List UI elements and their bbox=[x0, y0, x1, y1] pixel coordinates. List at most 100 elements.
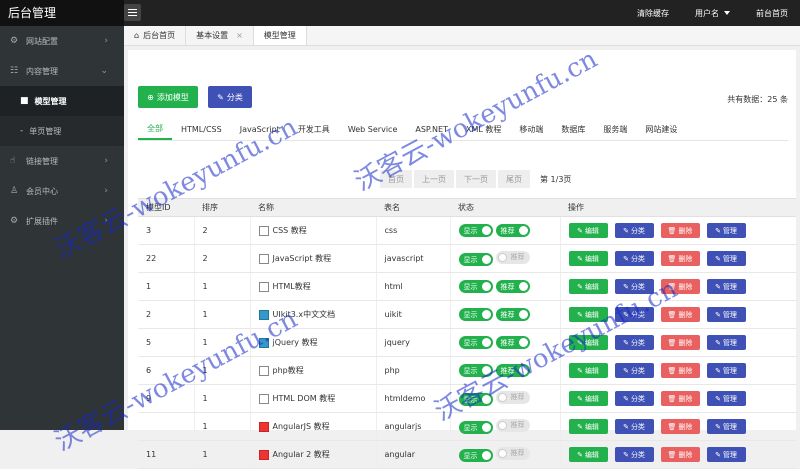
recommend-toggle[interactable]: 推荐 bbox=[495, 336, 530, 349]
show-toggle[interactable]: 显示 bbox=[458, 253, 493, 267]
pager-last[interactable]: 尾页 bbox=[498, 170, 530, 188]
show-toggle[interactable]: 显示 bbox=[458, 393, 493, 407]
manage-button[interactable]: ✎ 管理 bbox=[706, 363, 746, 378]
show-toggle[interactable]: 显示 bbox=[458, 336, 493, 349]
edit-button[interactable]: ✎ 编辑 bbox=[568, 251, 608, 266]
category-button[interactable]: ✎ 分类 bbox=[614, 363, 654, 378]
filter-item[interactable]: 数据库 bbox=[552, 118, 594, 140]
file-icon bbox=[258, 253, 269, 264]
sidebar-item-site-config[interactable]: ⚙ 网站配置 › bbox=[0, 26, 124, 56]
delete-button[interactable]: 🗑 删除 bbox=[660, 335, 700, 350]
pager-next[interactable]: 下一页 bbox=[456, 170, 496, 188]
manage-button[interactable]: ✎ 管理 bbox=[706, 447, 746, 462]
recommend-toggle[interactable]: 推荐 bbox=[495, 308, 530, 321]
chevron-right-icon: › bbox=[104, 216, 108, 226]
filter-item[interactable]: 开发工具 bbox=[289, 118, 339, 140]
category-button[interactable]: ✎ 分类 bbox=[614, 251, 654, 266]
category-button[interactable]: ✎ 分类 bbox=[614, 419, 654, 434]
sidebar-item-links[interactable]: ☝ 链接管理 › bbox=[0, 146, 124, 176]
show-toggle[interactable]: 显示 bbox=[458, 280, 493, 293]
filter-item[interactable]: HTML/CSS bbox=[172, 118, 231, 140]
gear-icon: ⚙ bbox=[10, 36, 19, 46]
manage-button[interactable]: ✎ 管理 bbox=[706, 335, 746, 350]
edit-button[interactable]: ✎ 编辑 bbox=[568, 335, 608, 350]
delete-button[interactable]: 🗑 删除 bbox=[660, 279, 700, 294]
edit-button[interactable]: ✎ 编辑 bbox=[568, 447, 608, 462]
pencil-icon: ✎ bbox=[623, 366, 629, 375]
manage-button[interactable]: ✎ 管理 bbox=[706, 223, 746, 238]
delete-button[interactable]: 🗑 删除 bbox=[660, 419, 700, 434]
add-model-button[interactable]: ⊕ 添加模型 bbox=[138, 86, 198, 108]
filter-item[interactable]: ASP.NET bbox=[406, 118, 457, 140]
clear-cache-link[interactable]: 清除缓存 bbox=[637, 8, 669, 19]
filter-item[interactable]: Web Service bbox=[339, 118, 407, 140]
recommend-toggle[interactable]: 推荐 bbox=[495, 224, 530, 237]
manage-button[interactable]: ✎ 管理 bbox=[706, 419, 746, 434]
show-toggle[interactable]: 显示 bbox=[458, 421, 493, 435]
edit-button[interactable]: ✎ 编辑 bbox=[568, 279, 608, 294]
cell-table: javascript bbox=[375, 244, 450, 273]
cell-ops: ✎ 编辑 ✎ 分类 🗑 删除 ✎ 管理 bbox=[559, 300, 796, 329]
sidebar-sub-model[interactable]: ■ 模型管理 bbox=[0, 86, 124, 116]
sidebar-item-plugins[interactable]: ⚙ 扩展插件 › bbox=[0, 206, 124, 236]
tab-bar: ⌂ 后台首页 基本设置 × 模型管理 bbox=[124, 26, 800, 46]
recommend-toggle[interactable]: 推荐 bbox=[495, 446, 530, 460]
toggle-knob bbox=[518, 338, 528, 347]
filter-item[interactable]: JavaScript bbox=[231, 118, 289, 140]
delete-button[interactable]: 🗑 删除 bbox=[660, 447, 700, 462]
tab-model-manage[interactable]: 模型管理 bbox=[253, 26, 307, 45]
delete-button[interactable]: 🗑 删除 bbox=[660, 223, 700, 238]
filter-item[interactable]: XML 教程 bbox=[457, 118, 510, 140]
manage-button[interactable]: ✎ 管理 bbox=[706, 251, 746, 266]
file-icon bbox=[258, 309, 269, 320]
table-row: 22 2 JavaScript 教程 javascript 显示 推荐 ✎ 编辑 ✎ 分类 🗑 删除 ✎… bbox=[138, 244, 796, 273]
pencil-icon: ✎ bbox=[715, 226, 721, 235]
user-menu[interactable]: 用户名 bbox=[695, 8, 730, 19]
filter-item[interactable]: 网站建设 bbox=[636, 118, 686, 140]
recommend-toggle[interactable]: 推荐 bbox=[495, 280, 530, 293]
category-button[interactable]: ✎ 分类 bbox=[614, 391, 654, 406]
cell-status: 显示 推荐 bbox=[449, 244, 560, 273]
edit-button[interactable]: ✎ 编辑 bbox=[568, 391, 608, 406]
edit-button[interactable]: ✎ 编辑 bbox=[568, 223, 608, 238]
filter-item[interactable]: 服务端 bbox=[594, 118, 636, 140]
delete-button[interactable]: 🗑 删除 bbox=[660, 363, 700, 378]
recommend-toggle[interactable]: 推荐 bbox=[495, 390, 530, 404]
manage-button[interactable]: ✎ 管理 bbox=[706, 391, 746, 406]
frontend-home-link[interactable]: 前台首页 bbox=[756, 8, 788, 19]
edit-button[interactable]: ✎ 编辑 bbox=[568, 363, 608, 378]
show-toggle[interactable]: 显示 bbox=[458, 364, 493, 377]
show-toggle[interactable]: 显示 bbox=[458, 449, 493, 463]
menu-toggle-button[interactable] bbox=[124, 4, 141, 21]
manage-button[interactable]: ✎ 管理 bbox=[706, 307, 746, 322]
category-button[interactable]: ✎ 分类 bbox=[614, 335, 654, 350]
recommend-toggle[interactable]: 推荐 bbox=[495, 364, 530, 377]
tab-home[interactable]: ⌂ 后台首页 bbox=[124, 26, 187, 45]
sidebar-item-members[interactable]: ♙ 会员中心 › bbox=[0, 176, 124, 206]
edit-button[interactable]: ✎ 编辑 bbox=[568, 307, 608, 322]
manage-button[interactable]: ✎ 管理 bbox=[706, 279, 746, 294]
category-button[interactable]: ✎ 分类 bbox=[614, 279, 654, 294]
category-button[interactable]: ✎ 分类 bbox=[614, 223, 654, 238]
delete-button[interactable]: 🗑 删除 bbox=[660, 307, 700, 322]
category-button[interactable]: ✎ 分类 bbox=[614, 307, 654, 322]
show-toggle[interactable]: 显示 bbox=[458, 308, 493, 321]
filter-all[interactable]: 全部 bbox=[138, 118, 172, 140]
cell-id bbox=[138, 412, 194, 441]
recommend-toggle[interactable]: 推荐 bbox=[495, 250, 530, 264]
show-toggle[interactable]: 显示 bbox=[458, 224, 493, 237]
close-icon[interactable]: × bbox=[236, 31, 243, 40]
pager-first[interactable]: 首页 bbox=[380, 170, 412, 188]
edit-button[interactable]: ✎ 编辑 bbox=[568, 419, 608, 434]
cell-name: AngularJS 教程 bbox=[249, 412, 376, 441]
category-button[interactable]: ✎ 分类 bbox=[614, 447, 654, 462]
pager-prev[interactable]: 上一页 bbox=[414, 170, 454, 188]
sidebar-sub-page[interactable]: - 单页管理 bbox=[0, 116, 124, 146]
filter-item[interactable]: 移动端 bbox=[510, 118, 552, 140]
top-bar: 后台管理 清除缓存 用户名 前台首页 bbox=[0, 0, 800, 26]
sidebar-item-content[interactable]: ☷ 内容管理 ⌄ bbox=[0, 56, 124, 86]
delete-button[interactable]: 🗑 删除 bbox=[660, 251, 700, 266]
tab-basic-settings[interactable]: 基本设置 × bbox=[186, 26, 254, 45]
category-button[interactable]: ✎ 分类 bbox=[208, 86, 252, 108]
delete-button[interactable]: 🗑 删除 bbox=[660, 391, 700, 406]
